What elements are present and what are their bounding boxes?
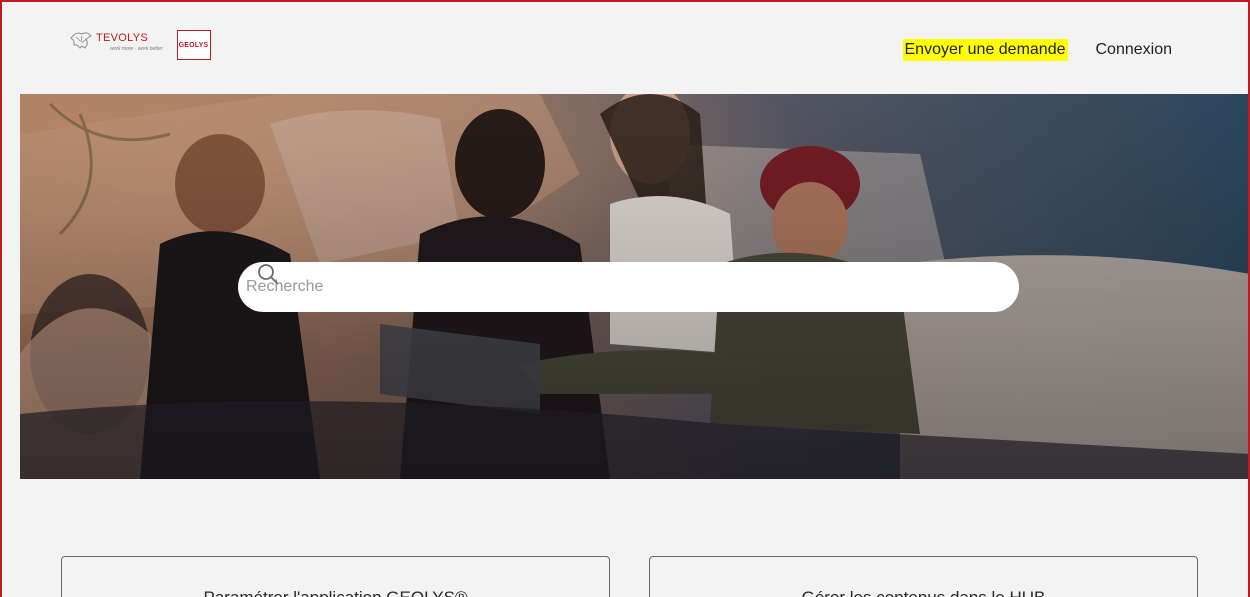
send-request-link[interactable]: Envoyer une demande (902, 39, 1068, 61)
tevolys-wordmark: TEVOLYS (96, 32, 149, 44)
geolys-logo: GEOLYS (176, 30, 211, 60)
login-link[interactable]: Connexion (1096, 39, 1173, 61)
brand-logos[interactable]: TEVOLYS work more · work better GEOLYS (68, 28, 211, 64)
tevolys-emblem-icon (70, 32, 92, 49)
geolys-wordmark: GEOLYS (178, 41, 209, 49)
search-icon (258, 264, 278, 284)
page-frame: TEVOLYS work more · work better GEOLYS E… (0, 0, 1250, 597)
tevolys-tagline: work more · work better (110, 46, 163, 52)
hero-banner (20, 94, 1248, 479)
card-manage-hub-content[interactable]: Gérer les contenus dans le HUB (649, 556, 1198, 597)
tevolys-logo: TEVOLYS work more · work better (68, 28, 163, 54)
search-bar[interactable] (238, 262, 1019, 312)
search-input[interactable] (246, 272, 926, 302)
header-bar: TEVOLYS work more · work better GEOLYS E… (2, 2, 1248, 94)
card-manage-hub-content-label: Gérer les contenus dans le HUB (650, 588, 1197, 597)
card-configure-geolys-label: Paramétrer l'application GEOLYS® (62, 588, 609, 597)
card-configure-geolys[interactable]: Paramétrer l'application GEOLYS® (61, 556, 610, 597)
header-nav: Envoyer une demande Connexion (902, 39, 1173, 61)
